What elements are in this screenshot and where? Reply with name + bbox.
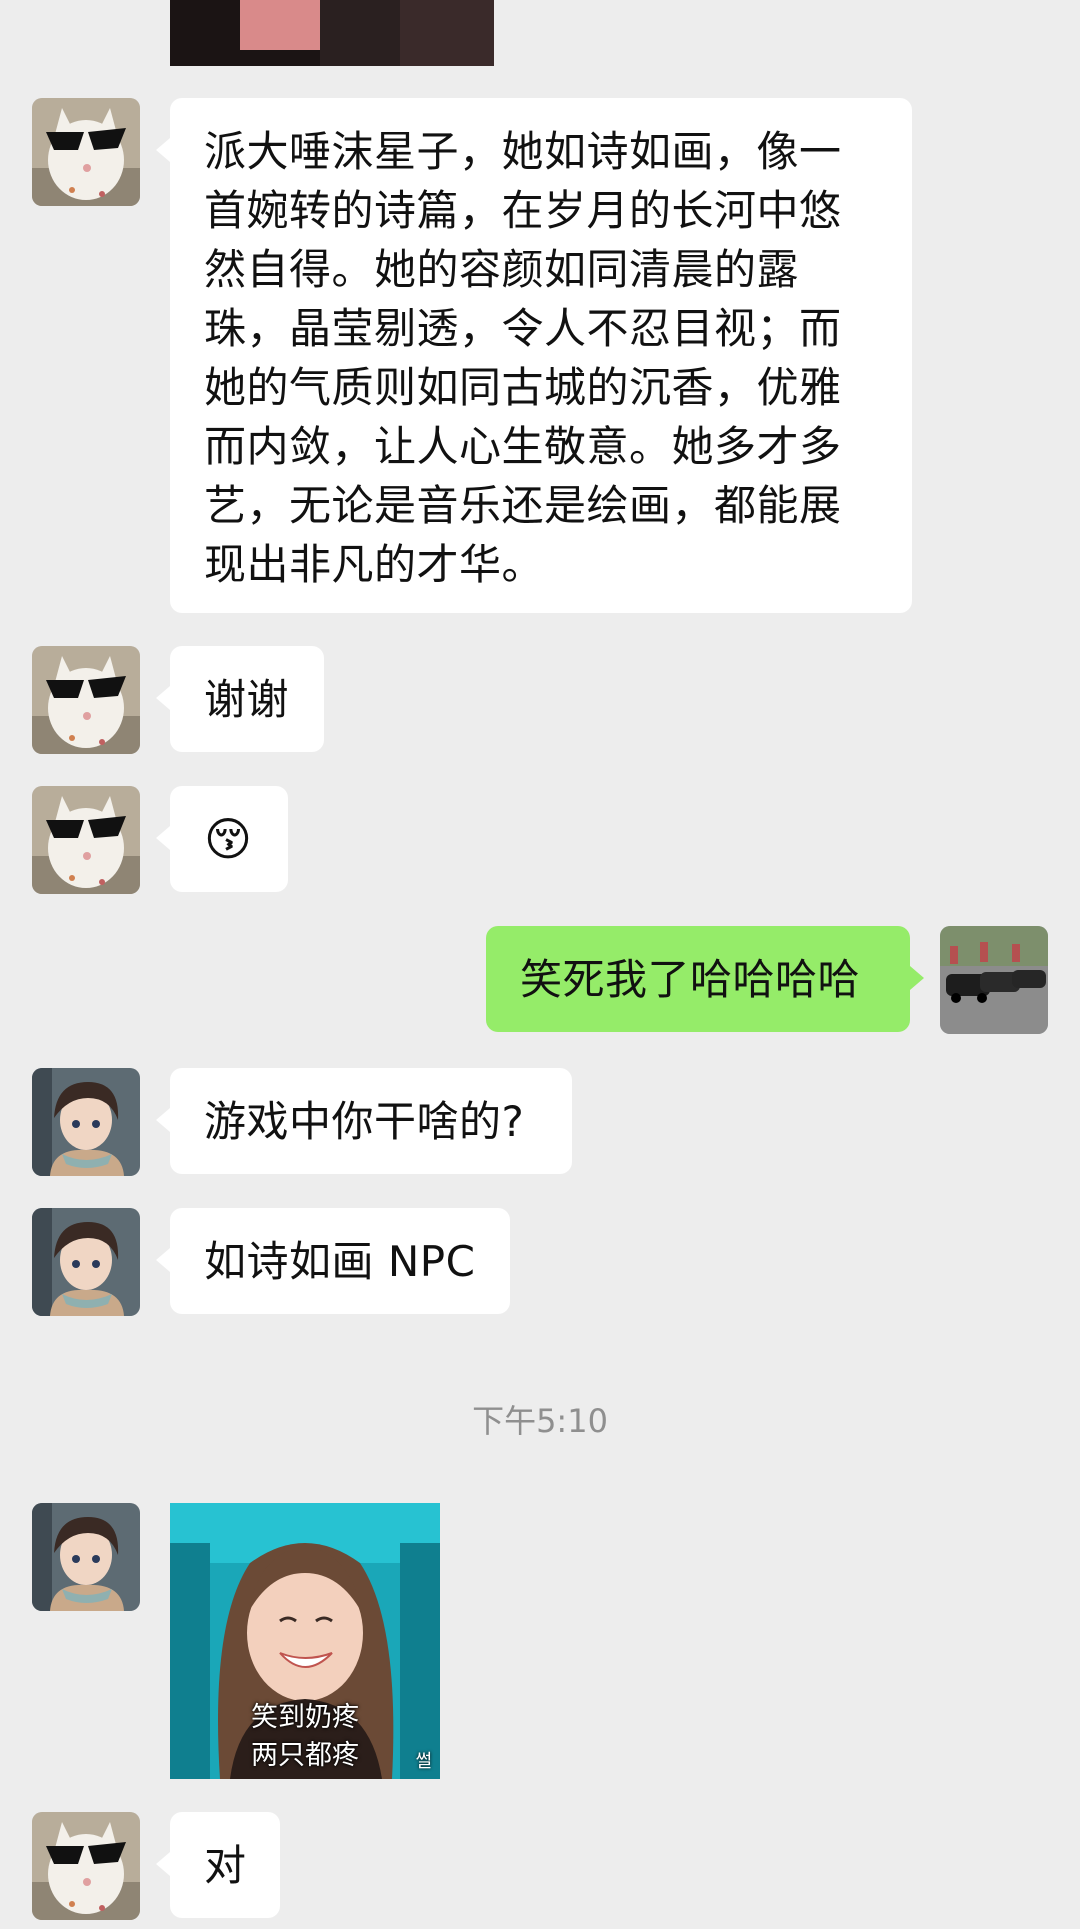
message-text: 如诗如画 NPC [204, 1237, 476, 1286]
sticker-caption-line-1: 笑到奶疼 [251, 1702, 359, 1733]
timestamp: 下午5:10 [472, 1402, 608, 1440]
message-bubble-m8[interactable]: 对 [156, 1812, 280, 1918]
cars-avatar-icon[interactable] [940, 926, 1048, 1034]
image-thumbnail [170, 0, 494, 66]
message-text: 游戏中你干啥的? [204, 1097, 525, 1146]
message-text: 派大唾沫星子，她如诗如画，像一首婉转的诗篇，在岁月的长河中悠然自得。她的容颜如同… [204, 127, 842, 589]
message-bubble-m5[interactable]: 游戏中你干啥的? [156, 1068, 572, 1174]
cat-sunglasses-avatar-icon[interactable] [32, 786, 140, 894]
sticker-message[interactable]: 笑到奶疼 两只都疼 썰 [170, 1503, 440, 1779]
cat-sunglasses-avatar-icon[interactable] [32, 1812, 140, 1920]
image-message-top[interactable] [170, 0, 494, 66]
message-text: 谢谢 [204, 675, 290, 724]
anime-boy-avatar-icon[interactable] [32, 1503, 140, 1611]
message-bubble-m2[interactable]: 谢谢 [156, 646, 324, 752]
anime-boy-avatar-icon[interactable] [32, 1208, 140, 1316]
emoji-kissing-icon: 😚 [204, 812, 253, 866]
sticker-caption-line-2: 两只都疼 [251, 1740, 359, 1771]
message-text: 对 [204, 1841, 247, 1890]
message-bubble-m1[interactable]: 派大唾沫星子，她如诗如画，像一首婉转的诗篇，在岁月的长河中悠然自得。她的容颜如同… [156, 98, 912, 613]
message-text: 笑死我了哈哈哈哈 [520, 955, 861, 1004]
message-bubble-m6[interactable]: 如诗如画 NPC [156, 1208, 510, 1314]
message-bubble-m3[interactable]: 😚 [156, 786, 288, 892]
cat-sunglasses-avatar-icon[interactable] [32, 98, 140, 206]
sticker-watermark: 썰 [415, 1751, 432, 1772]
chat-window: 派大唾沫星子，她如诗如画，像一首婉转的诗篇，在岁月的长河中悠然自得。她的容颜如同… [0, 0, 1080, 1929]
anime-boy-avatar-icon[interactable] [32, 1068, 140, 1176]
cat-sunglasses-avatar-icon[interactable] [32, 646, 140, 754]
message-bubble-m4[interactable]: 笑死我了哈哈哈哈 [486, 926, 924, 1032]
